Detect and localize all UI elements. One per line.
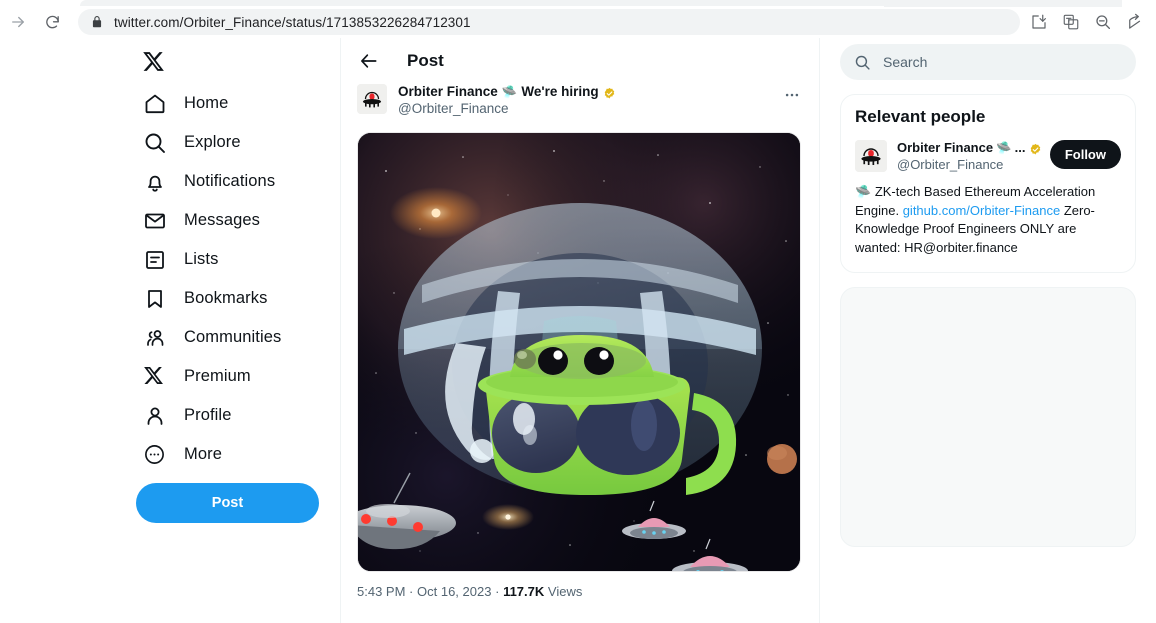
person-bio: 🛸 ZK-tech Based Ethereum Acceleration En… bbox=[855, 183, 1121, 258]
sidebar-item-more[interactable]: More bbox=[136, 435, 324, 474]
sidebar-nav: Home Explore Notifications Messages List… bbox=[136, 84, 340, 474]
left-sidebar: Home Explore Notifications Messages List… bbox=[0, 38, 340, 623]
search-input[interactable] bbox=[883, 54, 1122, 70]
page-title: Post bbox=[407, 51, 444, 70]
person-handle[interactable]: @Orbiter_Finance bbox=[897, 157, 1040, 174]
right-sidebar: Relevant people bbox=[820, 38, 1156, 623]
tweet-timestamp-row: 5:43 PM · Oct 16, 2023 · 117.7K Views bbox=[341, 572, 819, 599]
tweet-time: 5:43 PM bbox=[357, 583, 406, 599]
twitter-page: Home Explore Notifications Messages List… bbox=[0, 38, 1156, 623]
person-names: Orbiter Finance 🛸 ... @Orbiter_Finance bbox=[897, 140, 1040, 174]
meta-separator: · bbox=[495, 583, 500, 599]
sidebar-item-premium[interactable]: Premium bbox=[136, 357, 324, 396]
url-text: twitter.com/Orbiter_Finance/status/17138… bbox=[114, 14, 471, 30]
share-icon[interactable] bbox=[1126, 13, 1144, 31]
bio-link[interactable]: github.com/Orbiter-Finance bbox=[903, 203, 1061, 218]
sidebar-item-label: Notifications bbox=[184, 172, 276, 190]
person-name-row: Orbiter Finance 🛸 ... bbox=[897, 140, 1040, 157]
sidebar-item-label: Premium bbox=[184, 367, 251, 385]
sidebar-item-label: Home bbox=[184, 94, 229, 112]
gold-verified-badge-icon bbox=[1029, 142, 1042, 155]
author-display-name[interactable]: Orbiter Finance bbox=[398, 84, 498, 101]
toolbar-icon-group bbox=[1030, 13, 1156, 31]
sidebar-item-label: Communities bbox=[184, 328, 282, 346]
sidebar-item-label: Messages bbox=[184, 211, 261, 229]
browser-toolbar: twitter.com/Orbiter_Finance/status/17138… bbox=[0, 6, 1156, 38]
author-handle[interactable]: @Orbiter_Finance bbox=[398, 101, 770, 118]
back-arrow-icon[interactable] bbox=[359, 51, 379, 71]
sidebar-item-label: Lists bbox=[184, 250, 219, 268]
card-title: Relevant people bbox=[855, 107, 986, 126]
ufo-emoji-icon: 🛸 bbox=[855, 183, 872, 199]
name-truncation-ellipsis: ... bbox=[1014, 140, 1026, 155]
sidebar-item-notifications[interactable]: Notifications bbox=[136, 162, 324, 201]
relevant-people-card: Relevant people Orbiter Finance 🛸 ... @O… bbox=[840, 94, 1136, 274]
more-circle-icon bbox=[143, 443, 167, 467]
views-count: 117.7K bbox=[503, 583, 545, 599]
sidebar-item-lists[interactable]: Lists bbox=[136, 240, 324, 279]
search-icon bbox=[854, 54, 871, 71]
tweet-image[interactable] bbox=[357, 131, 801, 572]
sidebar-item-profile[interactable]: Profile bbox=[136, 396, 324, 435]
lock-icon bbox=[92, 16, 102, 28]
gold-verified-badge-icon bbox=[603, 86, 616, 99]
person-row: Orbiter Finance 🛸 ... @Orbiter_Finance F… bbox=[855, 140, 1121, 174]
placeholder-card bbox=[840, 287, 1136, 548]
address-bar[interactable]: twitter.com/Orbiter_Finance/status/17138… bbox=[78, 9, 1020, 35]
main-header: Post bbox=[341, 38, 819, 84]
sidebar-item-label: Profile bbox=[184, 406, 232, 424]
sidebar-item-messages[interactable]: Messages bbox=[136, 201, 324, 240]
tweet-author-row: Orbiter Finance 🛸 We're hiring @Orbiter_… bbox=[341, 84, 819, 118]
author-name-suffix[interactable]: We're hiring bbox=[521, 84, 598, 101]
translate-icon[interactable] bbox=[1062, 13, 1080, 31]
envelope-icon bbox=[143, 209, 167, 233]
meta-separator: · bbox=[409, 583, 414, 599]
person-display-name[interactable]: Orbiter Finance bbox=[897, 140, 993, 157]
sidebar-item-label: Bookmarks bbox=[184, 289, 268, 307]
install-app-icon[interactable] bbox=[1030, 13, 1048, 31]
more-options-icon[interactable] bbox=[781, 84, 803, 106]
sidebar-item-communities[interactable]: Communities bbox=[136, 318, 324, 357]
sidebar-item-bookmarks[interactable]: Bookmarks bbox=[136, 279, 324, 318]
main-column: Post Orbiter Finance 🛸 We're hiring @Orb… bbox=[340, 38, 820, 623]
communities-icon bbox=[143, 326, 167, 350]
browser-chrome: twitter.com/Orbiter_Finance/status/17138… bbox=[0, 0, 1156, 38]
search-icon bbox=[143, 131, 167, 155]
sidebar-item-label: Explore bbox=[184, 133, 241, 151]
list-icon bbox=[143, 248, 167, 272]
forward-arrow-icon[interactable] bbox=[4, 8, 32, 36]
ufo-emoji-icon: 🛸 bbox=[501, 84, 518, 99]
bookmark-icon bbox=[143, 287, 167, 311]
x-logo[interactable] bbox=[136, 44, 170, 78]
sidebar-item-explore[interactable]: Explore bbox=[136, 123, 324, 162]
bell-icon bbox=[143, 170, 167, 194]
views-label: Views bbox=[547, 583, 583, 599]
x-icon bbox=[143, 365, 167, 389]
tweet-media-wrap bbox=[341, 131, 819, 572]
sidebar-item-label: More bbox=[184, 445, 222, 463]
author-name-row: Orbiter Finance 🛸 We're hiring bbox=[398, 84, 770, 101]
author-names: Orbiter Finance 🛸 We're hiring @Orbiter_… bbox=[398, 84, 770, 118]
follow-button[interactable]: Follow bbox=[1049, 140, 1121, 169]
avatar[interactable] bbox=[855, 140, 887, 172]
tweet-date: Oct 16, 2023 bbox=[417, 583, 492, 599]
reload-icon[interactable] bbox=[38, 8, 66, 36]
post-button[interactable]: Post bbox=[136, 483, 319, 523]
person-icon bbox=[143, 404, 167, 428]
zoom-out-icon[interactable] bbox=[1094, 13, 1112, 31]
search-box[interactable] bbox=[840, 44, 1136, 80]
home-icon bbox=[143, 92, 167, 116]
sidebar-item-home[interactable]: Home bbox=[136, 84, 324, 123]
ufo-emoji-icon: 🛸 bbox=[996, 141, 1012, 156]
avatar[interactable] bbox=[357, 84, 387, 114]
